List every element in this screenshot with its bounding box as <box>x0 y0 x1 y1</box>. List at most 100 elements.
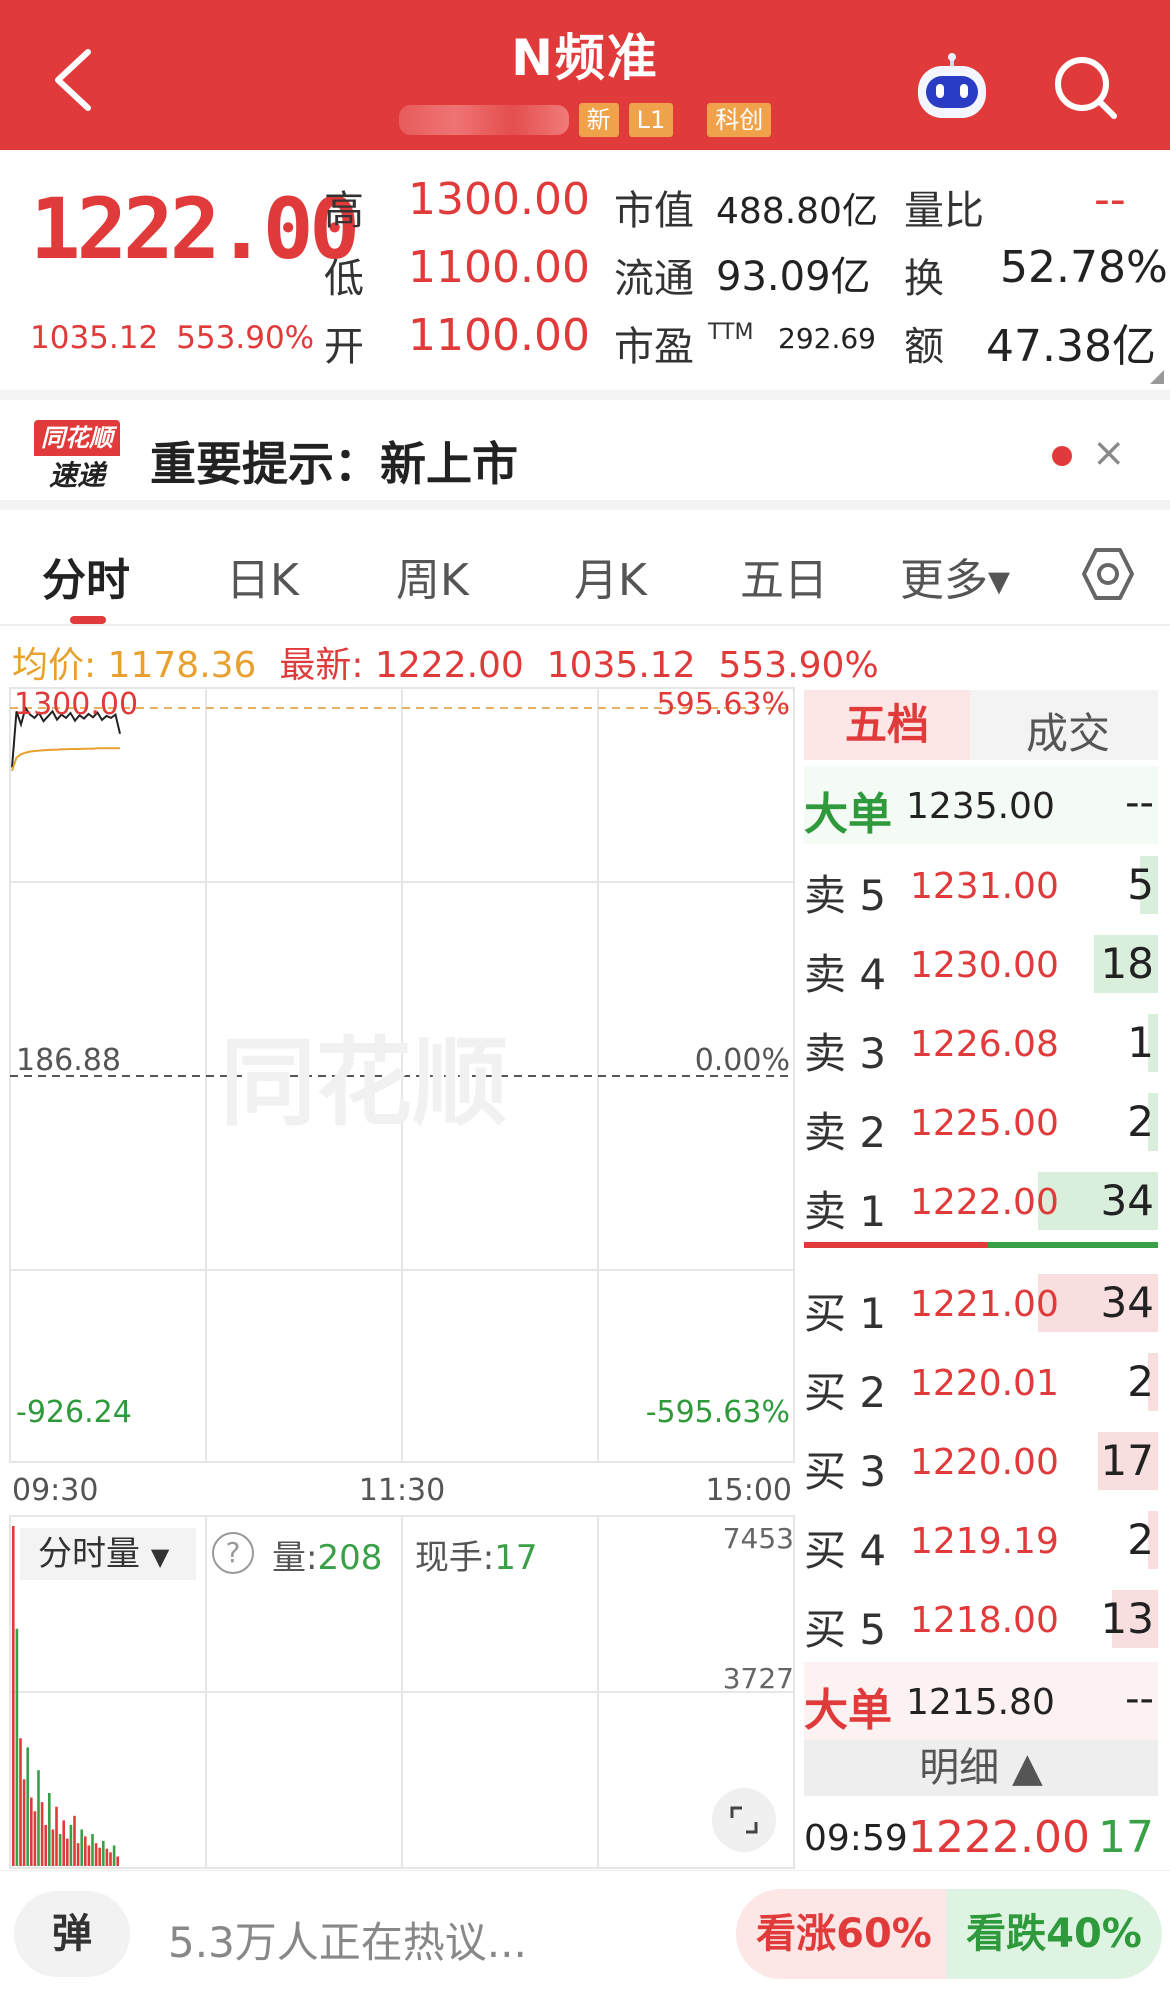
ask-label: 卖 1 <box>804 1187 887 1236</box>
tag-new: 新 <box>578 103 619 137</box>
volume-type-selector[interactable]: 分时量 ▼ <box>20 1528 196 1580</box>
stock-title: N频准 <box>511 29 659 87</box>
label-pe-ttm: TTM <box>708 320 754 345</box>
fullscreen-button[interactable] <box>712 1788 776 1852</box>
last-trade-price: 1222.00 <box>908 1812 1090 1863</box>
big-sell-label: 大单 <box>804 789 892 840</box>
intraday-chart[interactable]: 同花顺 1300.00 595.63% 186.88 0.00% -926.24… <box>0 686 796 1870</box>
bid-row[interactable]: 买 1 1221.00 34 <box>804 1264 1158 1342</box>
expand-corner-icon[interactable] <box>1150 370 1164 384</box>
big-sell-row: 大单 1235.00 -- <box>804 766 1158 844</box>
big-buy-price: 1215.80 <box>906 1682 1055 1723</box>
volume-bar <box>48 1793 51 1866</box>
bid-volume: 34 <box>1100 1278 1154 1327</box>
big-buy-label: 大单 <box>804 1685 892 1736</box>
ask-price: 1226.08 <box>910 1024 1059 1065</box>
volume-bar <box>12 1526 15 1866</box>
latest-price-value: 1222.00 <box>374 645 524 686</box>
tab-five-day[interactable]: 五日 <box>740 544 828 608</box>
help-icon[interactable]: ? <box>212 1532 254 1574</box>
big-sell-price: 1235.00 <box>906 786 1055 827</box>
fullscreen-icon <box>730 1806 758 1834</box>
volume-bar <box>15 1628 19 1866</box>
tab-monthly-k[interactable]: 月K <box>574 544 647 608</box>
bid-price: 1220.01 <box>910 1363 1059 1404</box>
tab-weekly-k[interactable]: 周K <box>396 544 469 608</box>
current-price: 1222.00 <box>30 180 360 278</box>
ask-volume: 5 <box>1127 860 1154 909</box>
value-pe: 292.69 <box>778 322 876 355</box>
tab-trades[interactable]: 成交 <box>1026 700 1110 761</box>
latest-change: 1035.12 <box>546 645 696 686</box>
important-notice-bar[interactable]: 同花顺 速递 重要提示：新上市 × <box>0 390 1170 510</box>
active-tab-indicator <box>70 616 106 624</box>
volume-bar <box>73 1815 76 1866</box>
bid-label: 买 1 <box>804 1289 887 1338</box>
tab-intraday[interactable]: 分时 <box>42 544 130 608</box>
ask-price: 1225.00 <box>910 1103 1059 1144</box>
discussion-input[interactable]: 5.3万人正在热议... <box>168 1909 527 1970</box>
bid-price: 1218.00 <box>910 1600 1059 1641</box>
volume-label: 量: <box>272 1538 318 1578</box>
value-high: 1300.00 <box>408 174 590 225</box>
volume-bar <box>44 1824 47 1866</box>
ask-volume: 1 <box>1127 1018 1154 1067</box>
volume-bar <box>116 1856 119 1866</box>
label-market-cap: 市值 <box>614 188 694 234</box>
robot-assistant-icon[interactable] <box>912 52 992 122</box>
bid-label: 买 2 <box>804 1368 887 1417</box>
axis-bottom-right: -595.63% <box>646 1395 790 1430</box>
latest-change-pct: 553.90% <box>718 645 879 686</box>
tab-five-levels[interactable]: 五档 <box>804 690 970 760</box>
axis-mid-left: 186.88 <box>16 1043 121 1078</box>
value-low: 1100.00 <box>408 242 590 293</box>
volume-bar <box>62 1820 65 1866</box>
tag-star-market: 科创 <box>707 103 772 137</box>
tag-l1[interactable]: L1 <box>628 103 674 137</box>
logo-top-text: 同花顺 <box>34 420 120 456</box>
ask-row[interactable]: 卖 3 1226.08 1 <box>804 1004 1158 1082</box>
change-amount: 1035.12 <box>30 320 159 356</box>
ask-row[interactable]: 卖 4 1230.00 18 <box>804 925 1158 1003</box>
last-trade-volume: 17 <box>1098 1812 1154 1863</box>
price-change: 1035.12 553.90% <box>30 320 332 356</box>
bid-row[interactable]: 买 5 1218.00 13 <box>804 1580 1158 1658</box>
volume-bar <box>105 1848 109 1866</box>
volume-bar <box>19 1738 22 1866</box>
bid-volume: 13 <box>1100 1594 1154 1643</box>
hand-label: 现手: <box>414 1538 495 1578</box>
detail-toggle-button[interactable]: 明细 ▲ <box>804 1740 1158 1796</box>
chart-settings-icon[interactable] <box>1080 546 1136 602</box>
avg-price-value: 1178.36 <box>107 645 257 686</box>
label-turnover: 换 <box>904 256 944 302</box>
last-trade-time: 09:59 <box>804 1818 908 1859</box>
bearish-vote-button[interactable]: 看跌40% <box>946 1889 1162 1979</box>
chart-grid <box>9 687 795 1869</box>
axis-top-left: 1300.00 <box>14 687 138 722</box>
volume-type-label: 分时量 <box>38 1534 140 1574</box>
volume-bar <box>58 1834 62 1866</box>
ask-row[interactable]: 卖 2 1225.00 2 <box>804 1083 1158 1161</box>
ask-row[interactable]: 卖 5 1231.00 5 <box>804 846 1158 924</box>
search-icon[interactable] <box>1052 54 1118 120</box>
intraday-chart-svg[interactable]: 同花顺 1300.00 595.63% 186.88 0.00% -926.24… <box>0 686 796 1870</box>
danmu-toggle-button[interactable]: 弹 <box>14 1891 130 1977</box>
ask-row[interactable]: 卖 1 1222.00 34 <box>804 1162 1158 1240</box>
bid-label: 买 4 <box>804 1526 887 1575</box>
bid-row[interactable]: 买 3 1220.00 17 <box>804 1422 1158 1500</box>
bullish-vote-button[interactable]: 看涨60% <box>736 1889 952 1979</box>
volume-bar <box>84 1836 87 1866</box>
value-turnover: 52.78% <box>1000 242 1168 293</box>
tab-more[interactable]: 更多▾ <box>900 544 1010 608</box>
volume-bar <box>94 1843 98 1866</box>
bid-row[interactable]: 买 2 1220.01 2 <box>804 1343 1158 1421</box>
quote-panel: 1222.00 1035.12 553.90% 高 低 开 1300.00 110… <box>0 150 1170 390</box>
chevron-down-icon: ▼ <box>150 1543 170 1571</box>
bid-row[interactable]: 买 4 1219.19 2 <box>804 1501 1158 1579</box>
tab-daily-k[interactable]: 日K <box>226 544 299 608</box>
close-icon[interactable]: × <box>1092 430 1126 476</box>
bid-volume: 2 <box>1127 1357 1154 1406</box>
logo-bottom-text: 速递 <box>48 459 105 492</box>
big-sell-vol: -- <box>1125 780 1154 826</box>
unread-dot <box>1052 446 1072 466</box>
